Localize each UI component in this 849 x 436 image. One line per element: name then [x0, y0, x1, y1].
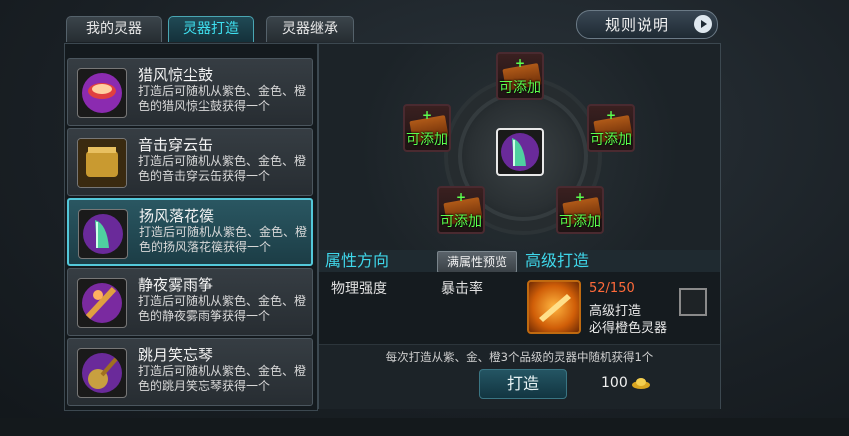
- list-item[interactable]: 猎风惊尘鼓 打造后可随机从紫色、金色、橙色的猎风惊尘鼓获得一个: [67, 58, 313, 126]
- tab-bar: 我的灵器 灵器打造 灵器继承: [66, 16, 354, 42]
- tab-my-artifacts[interactable]: 我的灵器: [66, 16, 162, 42]
- harp-icon: [501, 133, 539, 171]
- advanced-forge-hint: 必得橙色灵器: [589, 321, 668, 336]
- list-item[interactable]: 跳月笑忘琴 打造后可随机从紫色、金色、橙色的跳月笑忘琴获得一个: [67, 338, 313, 406]
- tab-artifact-forge[interactable]: 灵器打造: [168, 16, 254, 42]
- artifact-list[interactable]: 猎风惊尘鼓 打造后可随机从紫色、金色、橙色的猎风惊尘鼓获得一个 音击穿云缶 打造…: [64, 43, 318, 411]
- item-name: 音击穿云缶: [138, 136, 214, 154]
- gold-ingot-icon: [632, 378, 650, 389]
- item-desc: 打造后可随机从紫色、金色、橙色的猎风惊尘鼓获得一个: [138, 84, 307, 113]
- forge-footer: 每次打造从紫、金、橙3个品级的灵器中随机获得1个 打造 100: [319, 344, 720, 409]
- item-desc: 打造后可随机从紫色、金色、橙色的静夜雾雨筝获得一个: [138, 294, 307, 323]
- jar-icon: [77, 138, 127, 188]
- item-name: 静夜雾雨筝: [138, 276, 214, 294]
- plus-icon: +: [421, 108, 433, 122]
- rules-label: 规则说明: [605, 16, 670, 34]
- material-slot-bottom-right[interactable]: + 可添加: [556, 186, 604, 234]
- attribute-title: 属性方向: [325, 251, 390, 270]
- advanced-forge-count: 52/150: [589, 281, 635, 296]
- slot-label: 可添加: [559, 214, 601, 230]
- advanced-forge-title: 高级打造: [525, 251, 590, 270]
- attribute-header: 属性方向 满属性预览 高级打造: [319, 250, 720, 273]
- material-slot-right[interactable]: + 可添加: [587, 104, 635, 152]
- list-item[interactable]: 静夜雾雨筝 打造后可随机从紫色、金色、橙色的静夜雾雨筝获得一个: [67, 268, 313, 336]
- plus-icon: +: [514, 56, 526, 70]
- forge-button[interactable]: 打造: [479, 369, 567, 399]
- tab-artifact-inherit[interactable]: 灵器继承: [266, 16, 354, 42]
- advanced-forge-scroll-icon: [527, 280, 581, 334]
- slot-label: 可添加: [440, 214, 482, 230]
- harp-icon: [78, 209, 128, 259]
- advanced-forge-checkbox[interactable]: [679, 288, 707, 316]
- forge-area: + 可添加 + 可添加 + 可添加 + 可添加 + 可添加: [319, 44, 720, 250]
- slot-label: 可添加: [590, 132, 632, 148]
- item-name: 跳月笑忘琴: [138, 346, 214, 364]
- drum-icon: [77, 68, 127, 118]
- full-attribute-preview-button[interactable]: 满属性预览: [437, 251, 517, 273]
- slot-label: 可添加: [499, 80, 541, 96]
- forge-cost: 100: [601, 375, 628, 391]
- lute-icon: [77, 348, 127, 398]
- forge-panel: + 可添加 + 可添加 + 可添加 + 可添加 + 可添加 属性方向 满属性预览…: [318, 43, 721, 409]
- slot-label: 可添加: [406, 132, 448, 148]
- list-item[interactable]: 扬风落花篌 打造后可随机从紫色、金色、橙色的扬风落花篌获得一个: [67, 198, 313, 266]
- material-slot-top[interactable]: + 可添加: [496, 52, 544, 100]
- rules-button[interactable]: 规则说明: [576, 10, 718, 39]
- material-slot-left[interactable]: + 可添加: [403, 104, 451, 152]
- forge-note: 每次打造从紫、金、橙3个品级的灵器中随机获得1个: [385, 350, 654, 364]
- item-desc: 打造后可随机从紫色、金色、橙色的跳月笑忘琴获得一个: [138, 364, 307, 393]
- attribute-value: 物理强度: [331, 281, 387, 297]
- arrow-right-icon: [694, 15, 712, 33]
- item-name: 猎风惊尘鼓: [138, 66, 214, 84]
- plus-icon: +: [455, 190, 467, 204]
- item-name: 扬风落花篌: [139, 207, 215, 225]
- material-slot-bottom-left[interactable]: + 可添加: [437, 186, 485, 234]
- selected-artifact-slot[interactable]: [496, 128, 544, 176]
- bottom-bar: [0, 418, 849, 436]
- item-desc: 打造后可随机从紫色、金色、橙色的音击穿云缶获得一个: [138, 154, 307, 183]
- zither-icon: [77, 278, 127, 328]
- game-screen: 我的灵器 灵器打造 灵器继承 规则说明 猎风惊尘鼓 打造后可随机从紫色、金色、橙…: [0, 0, 849, 436]
- item-desc: 打造后可随机从紫色、金色、橙色的扬风落花篌获得一个: [139, 225, 308, 254]
- attribute-value: 暴击率: [441, 281, 483, 297]
- list-item[interactable]: 音击穿云缶 打造后可随机从紫色、金色、橙色的音击穿云缶获得一个: [67, 128, 313, 196]
- attribute-body: 物理强度 暴击率 52/150 高级打造 必得橙色灵器: [319, 272, 720, 344]
- plus-icon: +: [605, 108, 617, 122]
- plus-icon: +: [574, 190, 586, 204]
